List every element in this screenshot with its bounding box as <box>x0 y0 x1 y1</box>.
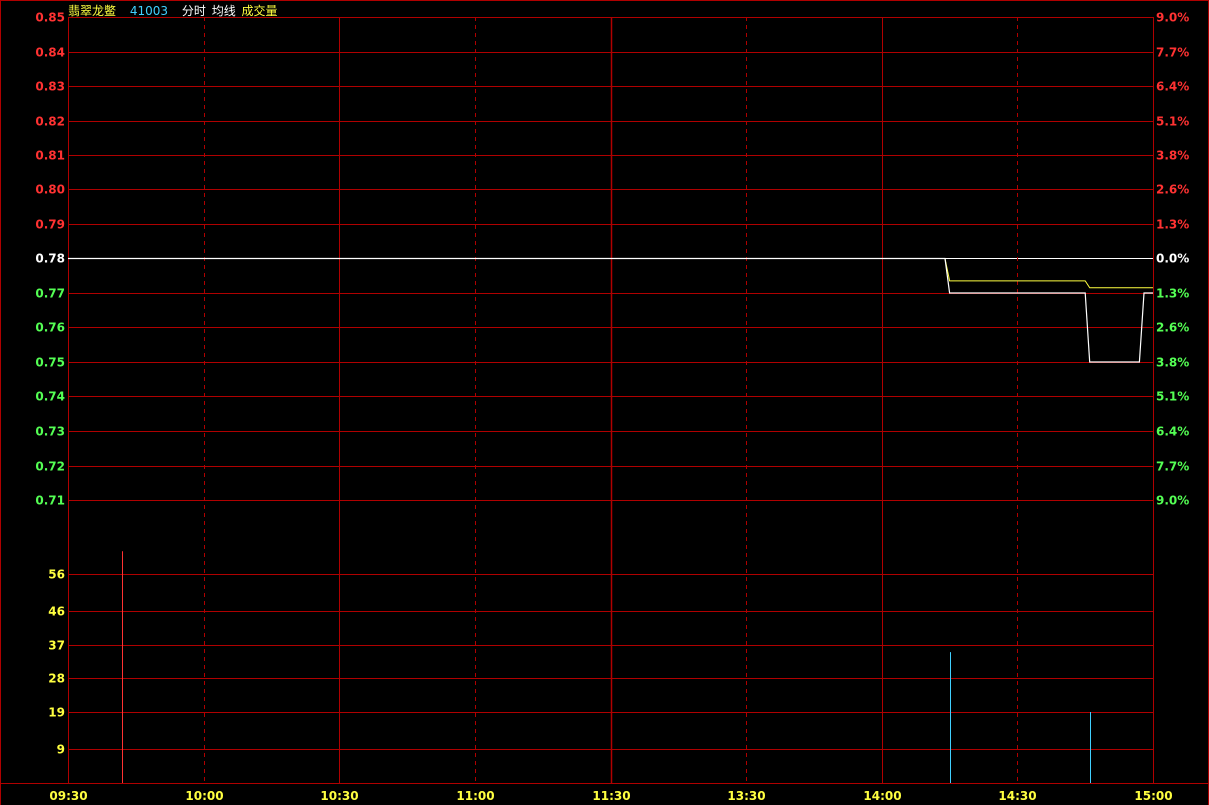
price-tick-label: 0.84 <box>35 46 65 60</box>
price-tick-label: 0.80 <box>35 183 65 197</box>
volume-tick-label: 9 <box>57 743 65 757</box>
pct-tick-label: 1.3% <box>1156 218 1189 232</box>
price-tick-label: 0.81 <box>35 149 65 163</box>
time-tick-label: 10:00 <box>185 789 223 803</box>
price-tick-label: 0.73 <box>35 425 65 439</box>
avg-line <box>68 258 1153 289</box>
time-tick-label: 11:30 <box>592 789 630 803</box>
volume-tick-label: 46 <box>48 605 65 619</box>
time-tick-label: 14:00 <box>863 789 901 803</box>
axis-ticks: 0.85 9.0% 0.84 7.7% 0.83 6.4% 0.82 5.1% 0.81 3.8%… <box>35 11 1189 804</box>
price-tick-label: 0.82 <box>35 115 65 129</box>
price-tick-label: 0.72 <box>35 460 65 474</box>
pct-tick-label: 3.8% <box>1156 356 1189 370</box>
time-tick-label: 11:00 <box>456 789 494 803</box>
price-tick-label: 0.78 <box>35 252 65 266</box>
pct-tick-label: 6.4% <box>1156 425 1189 439</box>
intraday-chart[interactable]: 0.85 9.0% 0.84 7.7% 0.83 6.4% 0.82 5.1% 0.81 3.8%… <box>0 0 1209 805</box>
price-lines <box>68 257 1153 363</box>
price-tick-label: 0.74 <box>35 390 65 404</box>
price-tick-label: 0.77 <box>35 287 65 301</box>
pct-tick-label: 5.1% <box>1156 390 1189 404</box>
time-tick-label: 10:30 <box>320 789 358 803</box>
pct-tick-label: 5.1% <box>1156 115 1189 129</box>
time-tick-label: 15:00 <box>1134 789 1172 803</box>
price-tick-label: 0.71 <box>35 494 65 508</box>
pct-tick-label: 9.0% <box>1156 11 1189 25</box>
price-tick-label: 0.85 <box>35 11 65 25</box>
volume-tick-label: 28 <box>48 672 65 686</box>
volume-tick-label: 19 <box>48 706 65 720</box>
time-tick-label: 09:30 <box>49 789 87 803</box>
pct-tick-label: 9.0% <box>1156 494 1189 508</box>
pct-tick-label: 0.0% <box>1156 252 1189 266</box>
volume-tick-label: 37 <box>48 639 65 653</box>
pct-tick-label: 2.6% <box>1156 183 1189 197</box>
price-tick-label: 0.76 <box>35 321 65 335</box>
pct-tick-label: 6.4% <box>1156 80 1189 94</box>
volume-tick-label: 56 <box>48 568 65 582</box>
pct-tick-label: 3.8% <box>1156 149 1189 163</box>
pct-tick-label: 2.6% <box>1156 321 1189 335</box>
grid-lines <box>0 0 1209 805</box>
pct-tick-label: 1.3% <box>1156 287 1189 301</box>
price-line <box>68 257 1153 363</box>
pct-tick-label: 7.7% <box>1156 460 1189 474</box>
time-tick-label: 13:30 <box>727 789 765 803</box>
volume-bars <box>122 551 1091 783</box>
pct-tick-label: 7.7% <box>1156 46 1189 60</box>
price-tick-label: 0.79 <box>35 218 65 232</box>
price-tick-label: 0.75 <box>35 356 65 370</box>
time-tick-label: 14:30 <box>998 789 1036 803</box>
price-tick-label: 0.83 <box>35 80 65 94</box>
